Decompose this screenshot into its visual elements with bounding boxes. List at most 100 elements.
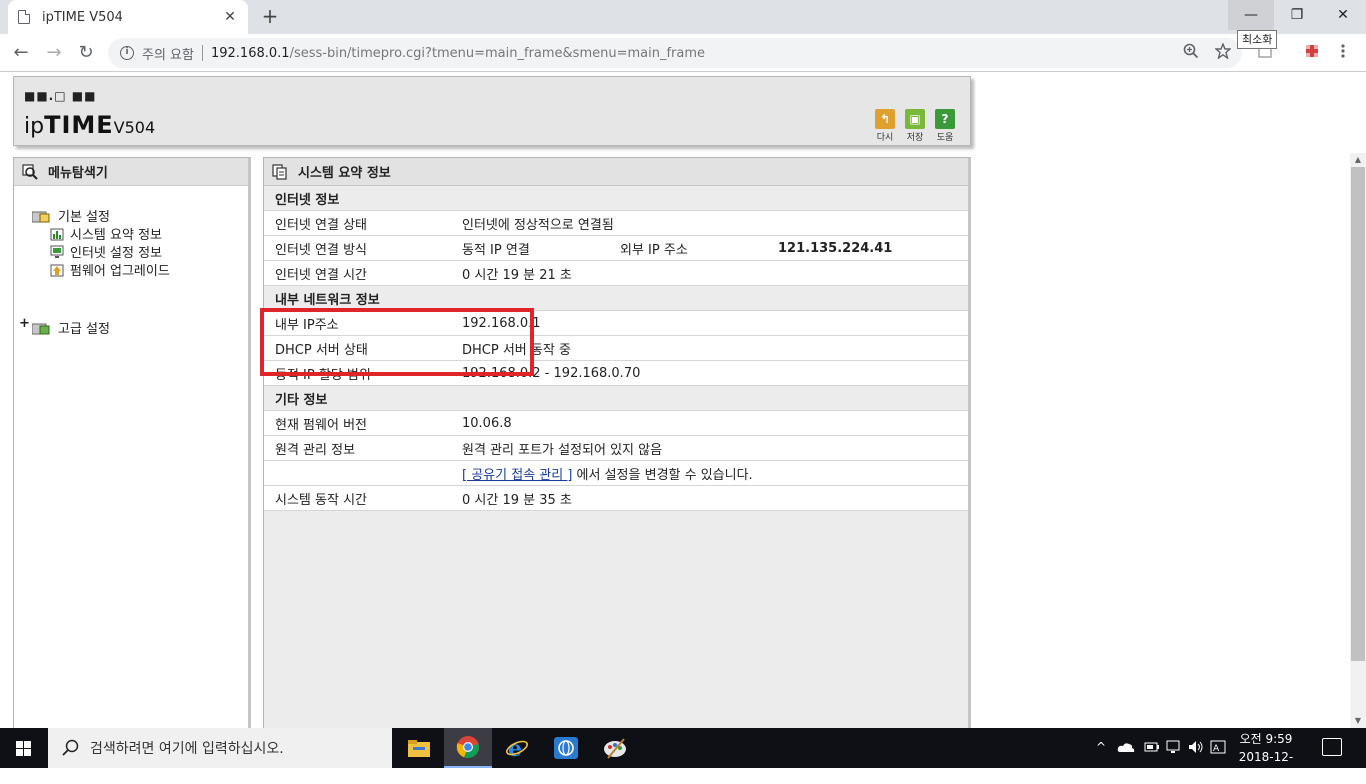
help-button[interactable]: ? 도움 (932, 109, 958, 143)
row-value: 동적 IP 연결 (462, 242, 530, 258)
internet-explorer-icon[interactable]: e (493, 728, 541, 768)
hint-text: 에서 설정을 변경할 수 있습니다. (572, 467, 753, 483)
onedrive-icon[interactable] (1117, 740, 1135, 754)
tab-close-icon[interactable]: ✕ (222, 9, 238, 25)
folder-icon (32, 323, 50, 334)
iptime-logo: ipTIMEV504 (24, 111, 155, 139)
row-value: 원격 관리 포트가 설정되어 있지 않음 (462, 442, 663, 458)
paint-app-icon[interactable] (591, 728, 639, 768)
browser-tab[interactable]: ipTIME V504 ✕ (8, 0, 248, 34)
clock-time: 오전 9:59 (1239, 732, 1293, 746)
menu-advanced-settings[interactable]: 고급 설정 (32, 318, 110, 337)
chrome-icon[interactable] (444, 728, 492, 768)
scroll-down-icon[interactable]: ▼ (1350, 714, 1366, 728)
taskbar: 검색하려면 여기에 입력하십시오. e ^ A 오전 9:59 2018-12-… (0, 728, 1366, 782)
monitor-icon (50, 245, 64, 258)
firmware-version-value: 10.06.8 (462, 415, 512, 431)
windows-start-icon[interactable] (0, 728, 48, 768)
volume-icon[interactable] (1188, 740, 1204, 754)
scrollbar-thumb[interactable] (1351, 167, 1365, 661)
refresh-button[interactable]: ↰ 다시 (872, 109, 898, 143)
row-label: 인터넷 연결 시간 (275, 267, 367, 283)
battery-icon[interactable] (1144, 740, 1160, 754)
file-explorer-icon[interactable] (395, 728, 443, 768)
input-method-icon[interactable]: A (1210, 740, 1226, 754)
search-placeholder: 검색하려면 여기에 입력하십시오. (90, 741, 284, 757)
table-row: [ 공유기 접속 관리 ] 에서 설정을 변경할 수 있습니다. (264, 461, 968, 486)
section-title: 인터넷 정보 (275, 192, 340, 208)
address-divider (201, 45, 203, 61)
maximize-button[interactable]: ❐ (1274, 0, 1320, 30)
menu-explorer-header: 메뉴탐색기 (14, 158, 248, 186)
url-path[interactable]: /sess-bin/timepro.cgi?tmenu=main_frame&s… (290, 46, 705, 61)
extension-grid-icon[interactable] (1304, 43, 1320, 59)
refresh-icon: ↰ (875, 109, 895, 129)
zoom-icon[interactable] (1183, 43, 1199, 59)
row-value: 192.168.0.1 (462, 315, 541, 331)
section-lan: 내부 네트워크 정보 (264, 286, 968, 311)
row-label: 현재 펌웨어 버전 (275, 417, 367, 433)
tab-strip: ipTIME V504 ✕ + — ❐ ✕ (0, 0, 1366, 34)
browser-toolbar: ← → ↻ i 주의 요함 192.168.0.1 /sess-bin/time… (0, 34, 1366, 72)
menu-advanced-settings-label: 고급 설정 (58, 322, 110, 337)
reload-button[interactable]: ↻ (74, 41, 98, 65)
page-scrollbar[interactable]: ▲ ▼ (1350, 153, 1366, 728)
menu-item-firmware-upgrade[interactable]: 펌웨어 업그레이드 (50, 260, 170, 279)
save-icon: ▣ (905, 109, 925, 129)
address-bar[interactable]: i 주의 요함 192.168.0.1 /sess-bin/timepro.cg… (108, 38, 1242, 68)
section-internet: 인터넷 정보 (264, 186, 968, 211)
minimize-tooltip: 최소화 (1237, 30, 1278, 49)
table-row: 내부 IP주소 192.168.0.1 (264, 311, 968, 336)
menu-kebab-icon[interactable] (1335, 43, 1351, 59)
folder-icon (32, 211, 50, 222)
table-row: 인터넷 연결 상태 인터넷에 정상적으로 연결됨 (264, 211, 968, 236)
network-app-icon[interactable] (542, 728, 590, 768)
taskbar-search-box[interactable]: 검색하려면 여기에 입력하십시오. (48, 728, 392, 768)
row-label: 시스템 동작 시간 (275, 492, 367, 508)
chart-icon (50, 228, 64, 240)
row-value: 인터넷에 정상적으로 연결됨 (462, 217, 614, 233)
menu-basic-settings[interactable]: 기본 설정 (32, 206, 110, 225)
logo-mark: ■■.□ ■■ (24, 89, 97, 103)
refresh-label: 다시 (876, 133, 894, 143)
bookmark-star-icon[interactable] (1215, 43, 1231, 59)
system-clock[interactable]: 오전 9:59 2018-12-05 (1232, 730, 1300, 784)
expand-icon[interactable]: + (19, 316, 30, 331)
menu-item-system-summary[interactable]: 시스템 요약 정보 (50, 224, 162, 243)
row-value: 192.168.0.2 - 192.168.0.70 (462, 365, 641, 381)
row-label: 인터넷 연결 방식 (275, 242, 367, 258)
system-summary-panel: 시스템 요약 정보 인터넷 정보 인터넷 연결 상태 인터넷에 정상적으로 연결… (263, 157, 971, 728)
menu-item-label: 펌웨어 업그레이드 (70, 264, 170, 279)
scroll-up-icon[interactable]: ▲ (1350, 153, 1366, 167)
network-icon[interactable] (1166, 740, 1182, 754)
router-access-link[interactable]: [ 공유기 접속 관리 ] (462, 468, 572, 483)
new-tab-button[interactable]: + (258, 5, 282, 29)
save-button[interactable]: ▣ 저장 (902, 109, 928, 143)
tray-expand-icon[interactable]: ^ (1096, 740, 1106, 754)
row-label: 내부 IP주소 (275, 317, 339, 333)
row-label: DHCP 서버 상태 (275, 342, 368, 358)
logo-prefix: ip (24, 114, 45, 139)
menu-item-internet-settings[interactable]: 인터넷 설정 정보 (50, 242, 162, 261)
notification-center-icon[interactable] (1322, 738, 1342, 756)
url-host[interactable]: 192.168.0.1 (211, 46, 290, 61)
logo-brand: TIME (44, 111, 114, 139)
forward-button[interactable]: → (42, 41, 66, 65)
external-ip-value: 121.135.224.41 (778, 240, 893, 256)
table-row: 인터넷 연결 시간 0 시간 19 분 21 초 (264, 261, 968, 286)
close-window-button[interactable]: ✕ (1320, 0, 1366, 30)
system-summary-header: 시스템 요약 정보 (264, 158, 968, 186)
table-row: 시스템 동작 시간 0 시간 19 분 35 초 (264, 486, 968, 511)
back-button[interactable]: ← (9, 41, 33, 65)
page-icon (18, 10, 30, 24)
info-icon[interactable]: i (120, 46, 134, 60)
table-row: 동적 IP 할당 범위 192.168.0.2 - 192.168.0.70 (264, 361, 968, 386)
logo-model: V504 (113, 118, 156, 137)
svg-text:A: A (1213, 744, 1220, 754)
security-warning[interactable]: 주의 요함 (142, 44, 194, 63)
minimize-button[interactable]: — (1228, 0, 1274, 30)
document-icon (272, 163, 287, 180)
remote-settings-hint: [ 공유기 접속 관리 ] 에서 설정을 변경할 수 있습니다. (462, 464, 753, 483)
save-label: 저장 (906, 133, 924, 143)
section-etc: 기타 정보 (264, 386, 968, 411)
